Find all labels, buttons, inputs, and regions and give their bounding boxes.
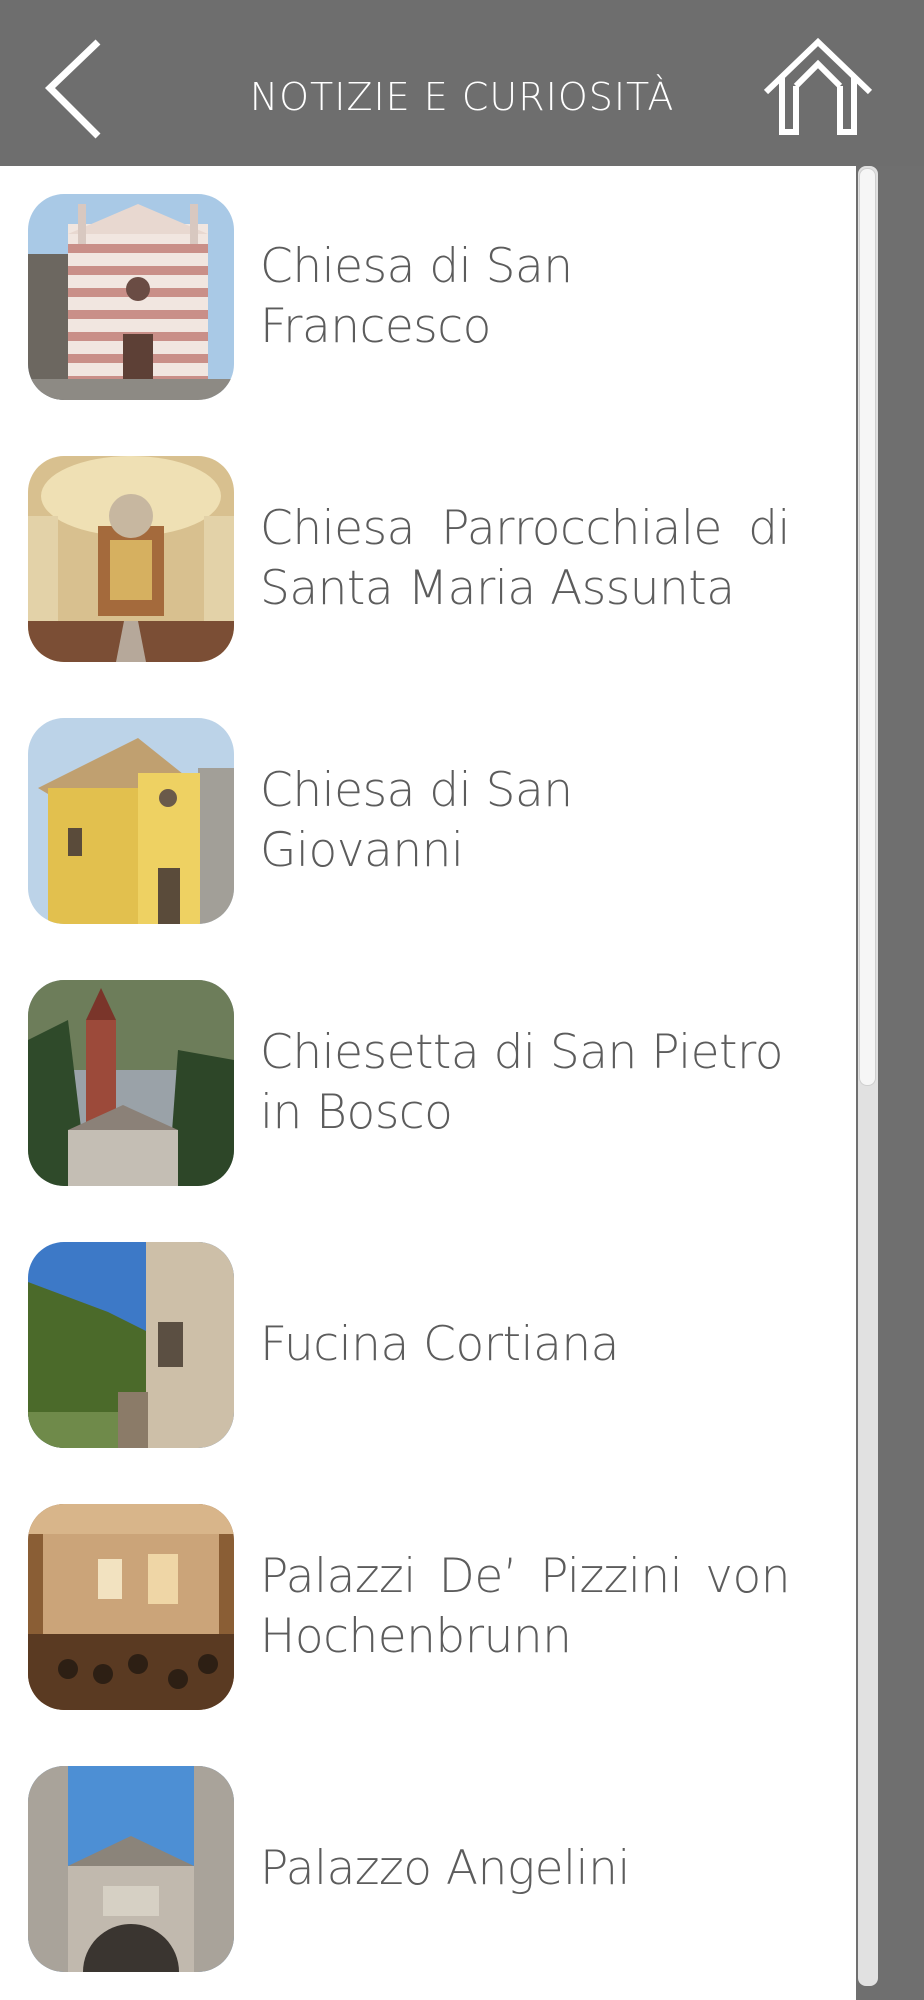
home-icon [763, 37, 873, 135]
content-list[interactable]: Chiesa di San Francesco Chiesa Parrocchi… [0, 166, 856, 2000]
list-item[interactable]: Chiesa Parrocchiale di Santa Maria Assun… [0, 428, 856, 690]
list-item[interactable]: Fucina Cortiana [0, 1214, 856, 1476]
top-bar: NOTIZIE E CURIOSITÀ [0, 0, 924, 166]
item-thumbnail [28, 718, 234, 924]
item-label: Palazzi De’ Pizzini von Hochenbrunn [260, 1549, 791, 1664]
item-thumbnail [28, 194, 234, 400]
item-label: Palazzo Angelini [260, 1841, 630, 1896]
item-label: Fucina Cortiana [260, 1317, 619, 1372]
list-item[interactable]: Chiesetta di San Pietro in Bosco [0, 952, 856, 1214]
list-item[interactable]: Palazzi De’ Pizzini von Hochenbrunn [0, 1476, 856, 1738]
list-item[interactable]: Chiesa di San Giovanni [0, 690, 856, 952]
item-label: Chiesetta di San Pietro in Bosco [260, 1025, 784, 1140]
scrollbar-thumb[interactable] [859, 168, 876, 1086]
list-item[interactable]: Chiesa di San Francesco [0, 166, 856, 428]
item-thumbnail [28, 1242, 234, 1448]
list-item[interactable]: Palazzo Angelini [0, 1738, 856, 2000]
item-label: Chiesa Parrocchiale di Santa Maria Assun… [260, 501, 791, 616]
item-thumbnail [28, 1766, 234, 1972]
item-thumbnail [28, 1504, 234, 1710]
item-label: Chiesa di San Francesco [260, 239, 573, 354]
item-thumbnail [28, 456, 234, 662]
home-button[interactable] [762, 36, 874, 136]
item-label: Chiesa di San Giovanni [260, 763, 573, 878]
item-thumbnail [28, 980, 234, 1186]
